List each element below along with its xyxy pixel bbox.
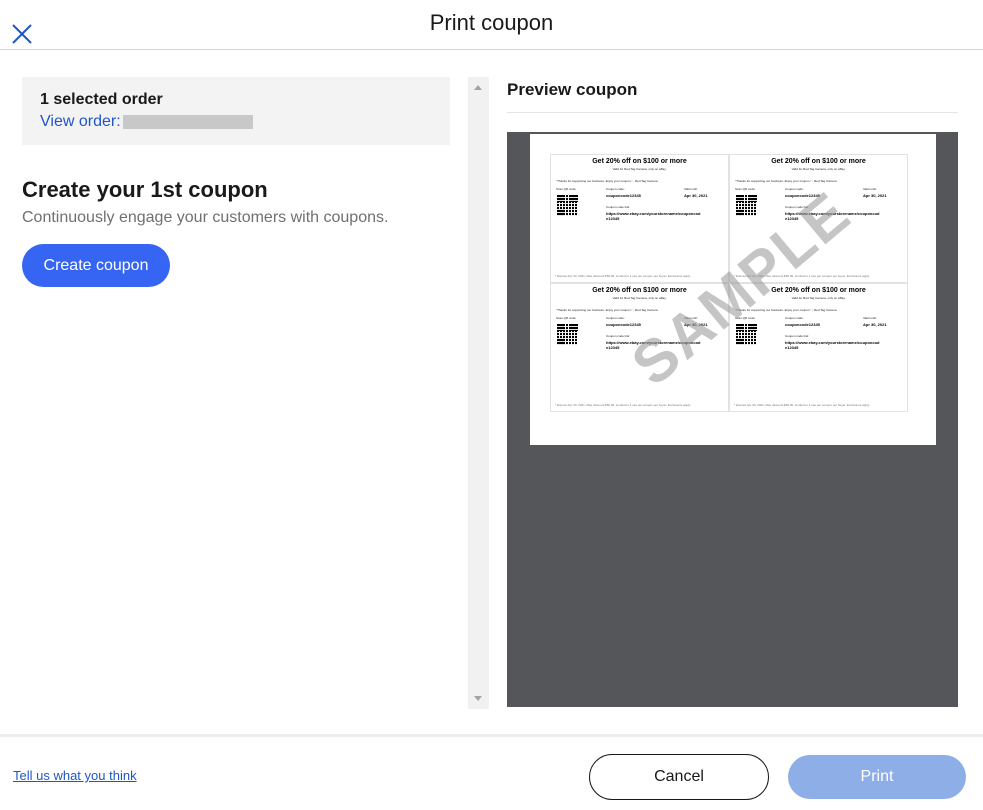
coupon-preview-area: Get 20% off on $100 or more Valid for Red…	[507, 132, 958, 707]
coupon-subline: Valid for Red Tag Camera, only on eBay.	[612, 167, 667, 171]
coupon-link: https://www.ebay.com/yourstorename/coupo…	[785, 211, 880, 221]
coupon-thanks-text: "Thanks for supporting our business. Enj…	[735, 179, 837, 183]
selected-order-box: 1 selected order View order:	[22, 77, 450, 145]
scroll-down-arrow-icon[interactable]	[474, 696, 482, 701]
coupon-valid-label: Valid until:	[863, 316, 877, 320]
coupon-thanks-text: "Thanks for supporting our business. Enj…	[735, 308, 837, 312]
coupon-thanks-text: "Thanks for supporting our business. Enj…	[556, 308, 658, 312]
coupon-scan-label: Scan QR code:	[556, 316, 577, 320]
coupon-link-label: Coupon code link:	[785, 205, 810, 209]
coupon-valid-date: Apr 30, 2021	[863, 322, 887, 327]
coupon-tile: Get 20% off on $100 or more Valid for Red…	[729, 283, 908, 412]
coupon-headline: Get 20% off on $100 or more	[592, 158, 687, 165]
coupon-valid-date: Apr 30, 2021	[863, 193, 887, 198]
coupon-valid-label: Valid until:	[863, 187, 877, 191]
coupon-link: https://www.ebay.com/yourstorename/coupo…	[785, 340, 880, 350]
redacted-order-number	[122, 115, 253, 129]
left-panel-scrollbar[interactable]	[468, 77, 489, 709]
coupon-code: couponcode12345	[606, 322, 641, 327]
coupon-footer-text: * Expires Apr 30, 2021. Max discount $50…	[555, 403, 691, 407]
coupon-valid-label: Valid until:	[684, 187, 698, 191]
coupon-tile: Get 20% off on $100 or more Valid for Red…	[550, 283, 729, 412]
coupon-tile: Get 20% off on $100 or more Valid for Red…	[729, 154, 908, 283]
preview-coupon-title: Preview coupon	[507, 80, 638, 99]
coupon-code-label: Coupon code:	[606, 316, 625, 320]
coupon-code-label: Coupon code:	[606, 187, 625, 191]
coupon-headline: Get 20% off on $100 or more	[592, 287, 687, 294]
scroll-up-arrow-icon[interactable]	[474, 85, 482, 90]
coupon-tile: Get 20% off on $100 or more Valid for Red…	[550, 154, 729, 283]
selected-order-title: 1 selected order	[40, 91, 163, 108]
coupon-thanks-text: "Thanks for supporting our business. Enj…	[556, 179, 658, 183]
coupon-link-label: Coupon code link:	[785, 334, 810, 338]
coupon-scan-label: Scan QR code:	[735, 187, 756, 191]
qr-code-icon	[736, 195, 757, 216]
coupon-grid: Get 20% off on $100 or more Valid for Red…	[550, 154, 908, 412]
coupon-link: https://www.ebay.com/yourstorename/coupo…	[606, 211, 701, 221]
coupon-footer-text: * Expires Apr 30, 2021. Max discount $50…	[734, 274, 870, 278]
coupon-link: https://www.ebay.com/yourstorename/coupo…	[606, 340, 701, 350]
preview-sheet: Get 20% off on $100 or more Valid for Red…	[530, 134, 936, 445]
left-panel: 1 selected order View order: Create your…	[22, 77, 450, 287]
view-order-row: View order:	[40, 113, 432, 131]
feedback-link[interactable]: Tell us what you think	[13, 768, 137, 783]
coupon-valid-date: Apr 30, 2021	[684, 193, 708, 198]
qr-code-icon	[557, 324, 578, 345]
page-title: Print coupon	[429, 10, 554, 35]
coupon-subline: Valid for Red Tag Camera, only on eBay.	[791, 167, 846, 171]
footer-divider	[0, 734, 983, 737]
coupon-code: couponcode12345	[606, 193, 641, 198]
preview-divider	[507, 112, 958, 113]
coupon-subline: Valid for Red Tag Camera, only on eBay.	[612, 296, 667, 300]
coupon-scan-label: Scan QR code:	[735, 316, 756, 320]
coupon-scan-label: Scan QR code:	[556, 187, 577, 191]
print-button[interactable]: Print	[788, 755, 966, 799]
coupon-link-label: Coupon code link:	[606, 205, 631, 209]
coupon-footer-text: * Expires Apr 30, 2021. Max discount $50…	[734, 403, 870, 407]
create-coupon-title: Create your 1st coupon	[22, 177, 268, 202]
coupon-code-label: Coupon code:	[785, 316, 804, 320]
coupon-valid-label: Valid until:	[684, 316, 698, 320]
cancel-button[interactable]: Cancel	[589, 754, 769, 800]
create-coupon-subtitle: Continuously engage your customers with …	[22, 209, 389, 226]
coupon-headline: Get 20% off on $100 or more	[771, 158, 866, 165]
qr-code-icon	[736, 324, 757, 345]
view-order-link[interactable]: View order:	[40, 113, 121, 131]
create-coupon-button[interactable]: Create coupon	[22, 244, 170, 287]
coupon-headline: Get 20% off on $100 or more	[771, 287, 866, 294]
coupon-code: couponcode12345	[785, 322, 820, 327]
coupon-footer-text: * Expires Apr 30, 2021. Max discount $50…	[555, 274, 691, 278]
qr-code-icon	[557, 195, 578, 216]
coupon-code-label: Coupon code:	[785, 187, 804, 191]
coupon-valid-date: Apr 30, 2021	[684, 322, 708, 327]
dialog-header: Print coupon	[0, 0, 983, 50]
coupon-code: couponcode12345	[785, 193, 820, 198]
coupon-link-label: Coupon code link:	[606, 334, 631, 338]
coupon-subline: Valid for Red Tag Camera, only on eBay.	[791, 296, 846, 300]
